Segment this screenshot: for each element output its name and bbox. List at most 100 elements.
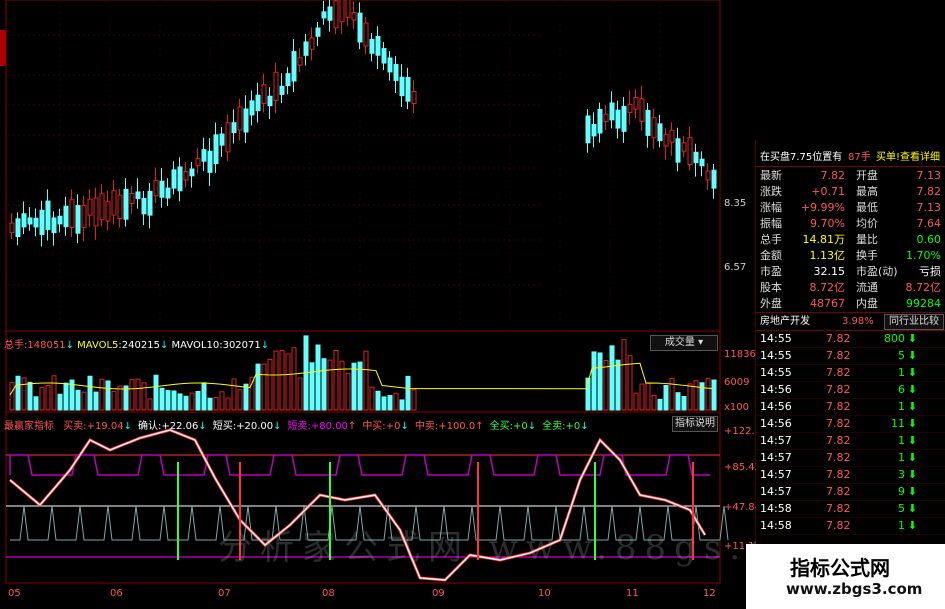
quote-label: 均价 [856,217,878,230]
candle-body [285,73,291,87]
date-axis-label: 08 [322,588,335,599]
down-arrow-icon: ⬇ [907,349,917,362]
quote-value: 亏损 [919,265,941,278]
quote-header[interactable]: 在买盘7.75位置有 87手 买单!查看详细 [756,149,945,167]
volume-bar [117,385,123,411]
tick-time: 14:57 [760,468,792,481]
volume-bar [9,381,15,411]
indicator-item-label: 短卖: [287,421,311,432]
volume-bar [15,375,21,411]
volume-bar [207,397,213,411]
volume-bar [291,347,297,411]
volume-bar [141,382,147,411]
volume-bar [267,358,273,411]
mavol5-label: MAVOL5: [77,340,122,351]
candle-body [627,103,633,113]
date-axis-label: 10 [538,588,551,599]
candle-body [165,187,171,199]
tick-time: 14:57 [760,451,792,464]
sector-pct: 3.98% [842,316,874,327]
indicator-help-button[interactable]: 指标说明 [672,416,718,432]
volume-bar [399,399,405,411]
volume-bar [213,397,219,411]
tick-volume: 1 [898,519,905,532]
volume-bar [663,385,669,411]
candle-body [57,215,63,225]
candle-body [141,197,147,215]
tick-row: 14:55 7.82 5 ⬇ [756,347,945,365]
volume-bar [27,381,33,411]
quote-value: 32.15 [813,265,846,278]
tick-volume: 1 [898,400,905,413]
quote-label: 市盈 [760,265,782,278]
indicator-item-label: 确认: [137,421,162,432]
volume-bar [81,391,87,411]
candle-body [87,198,93,216]
volume-bar [609,345,615,411]
candle-body [153,179,159,197]
volume-bar [699,382,705,411]
tick-volume: 6 [898,383,905,396]
candle-body [657,123,663,142]
compare-button[interactable]: 同行业比较 [884,314,944,330]
candle-body [171,169,177,189]
volume-bar [639,383,645,411]
volume-dropdown-label: 成交量 [664,337,695,348]
volume-bar [21,377,27,411]
quote-row: 市盈 32.15 市盈(动) 亏损 [756,263,945,280]
tick-volume: 9 [898,485,905,498]
volume-bar [183,395,189,411]
volume-bar [189,392,195,411]
quote-value: 48767 [810,297,845,310]
quote-row: 外盘 48767 内盘 99284 [756,295,945,312]
tick-price: 7.82 [826,485,851,498]
candle-body [51,217,57,234]
quote-value: 1.70% [906,249,941,262]
indicator-item-value: +0 [385,421,401,432]
quote-header-right[interactable]: 买单!查看详细 [876,149,940,166]
quote-label: 振幅 [760,217,782,230]
candle-body [81,204,87,229]
volume-bar [33,396,39,411]
volume-bar [681,395,687,411]
candle-body [225,122,231,153]
tick-time: 14:56 [760,383,792,396]
volume-bar [135,378,141,411]
candle-body [405,76,411,102]
indicator-item-label: 全卖: [542,421,566,432]
volume-bar [171,390,177,411]
chevron-down-icon: ▾ [694,337,704,348]
volume-dropdown[interactable]: 成交量 ▾ [650,335,718,351]
quote-label: 市盈(动) [856,265,898,278]
tick-price: 7.82 [826,519,851,532]
indicator-item-label: 中买: [362,421,386,432]
tick-price: 7.82 [826,468,851,481]
volume-bar [111,390,117,411]
quote-value: 14.81万 [802,233,846,246]
volume-bar [261,363,267,411]
indicator-item-value: +0 [512,421,528,432]
quote-row: 总手 14.81万 量比 0.60 [756,231,945,248]
volume-bar [219,391,225,411]
quote-label: 涨幅 [760,201,782,214]
tick-volume: 3 [898,468,905,481]
quote-row: 涨幅 +9.99% 最低 7.13 [756,199,945,216]
sector-name: 房地产开发 [760,316,810,327]
candle-body [21,213,27,228]
candle-body [615,109,621,129]
tick-time: 14:55 [760,349,792,362]
candle-body [669,129,675,143]
sector-row: 房地产开发 3.98% 同行业比较 [756,312,945,331]
quote-value: 7.13 [916,169,942,182]
candle-body [327,6,333,21]
candle-body [33,217,39,228]
volume-bar [147,398,153,411]
quote-value: 0.60 [916,233,942,246]
quote-header-mid: 87手 [848,152,871,163]
quote-value: 8.72亿 [809,281,846,294]
candle-body [375,35,381,56]
quote-label: 最高 [856,185,878,198]
date-axis-label: 11 [626,588,639,599]
quote-header-left: 在买盘7.75位置有 [760,152,843,163]
candle-body [93,197,99,227]
